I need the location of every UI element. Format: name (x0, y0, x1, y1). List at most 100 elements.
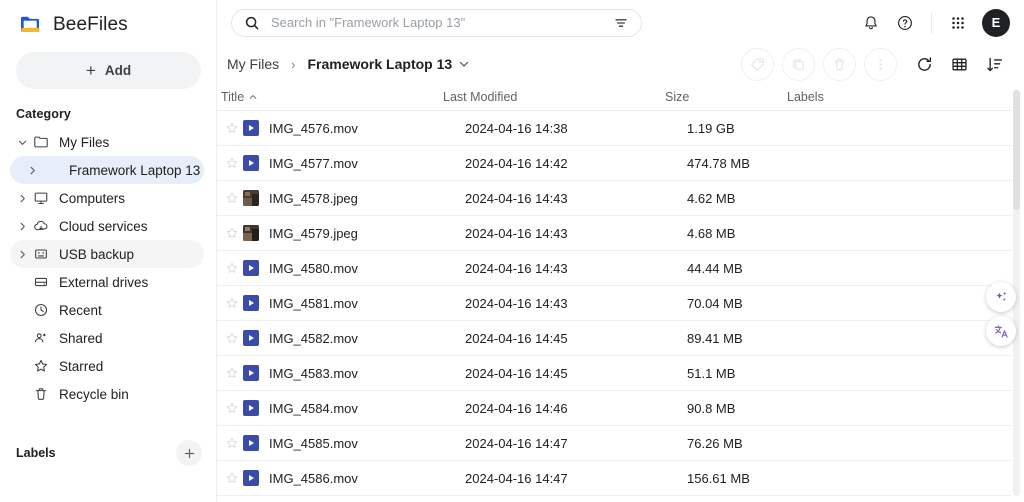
table-row[interactable]: IMG_4584.mov 2024-04-16 14:46 90.8 MB (217, 391, 1012, 426)
star-icon[interactable] (221, 156, 243, 170)
column-header-labels[interactable]: Labels (787, 90, 1012, 104)
star-icon[interactable] (221, 471, 243, 485)
column-header-size[interactable]: Size (665, 90, 787, 104)
sidebar-item-shared[interactable]: Shared (10, 324, 204, 352)
table-row[interactable]: IMG_4577.mov 2024-04-16 14:42 474.78 MB (217, 146, 1012, 181)
sidebar-item-label: Cloud services (59, 218, 148, 234)
cell-size: 474.78 MB (687, 155, 750, 171)
table-row[interactable]: IMG_4580.mov 2024-04-16 14:43 44.44 MB (217, 251, 1012, 286)
people-icon (30, 330, 52, 346)
star-icon[interactable] (221, 226, 243, 240)
file-name: IMG_4584.mov (269, 400, 358, 416)
sidebar-item-starred[interactable]: Starred (10, 352, 204, 380)
breadcrumb-current[interactable]: Framework Laptop 13 (301, 53, 474, 75)
cell-title: IMG_4584.mov (243, 400, 465, 416)
file-name: IMG_4585.mov (269, 435, 358, 451)
table-row[interactable]: IMG_4576.mov 2024-04-16 14:38 1.19 GB (217, 111, 1012, 146)
file-name: IMG_4586.mov (269, 470, 358, 486)
table-row[interactable]: IMG_4586.mov 2024-04-16 14:47 156.61 MB (217, 461, 1012, 496)
chevron-right-icon[interactable] (14, 221, 30, 232)
labels-heading: Labels (16, 446, 56, 460)
file-name: IMG_4578.jpeg (269, 190, 358, 206)
sidebar-item-framework-laptop-13[interactable]: Framework Laptop 13 (10, 156, 204, 184)
cell-title: IMG_4582.mov (243, 330, 465, 346)
star-icon (30, 358, 52, 374)
chevron-down-icon[interactable] (458, 58, 470, 70)
star-icon[interactable] (221, 121, 243, 135)
cell-size: 51.1 MB (687, 365, 736, 381)
table-row[interactable]: IMG_4578.jpeg 2024-04-16 14:43 4.62 MB (217, 181, 1012, 216)
image-thumbnail-icon (243, 190, 259, 206)
sidebar-item-computers[interactable]: Computers (10, 184, 204, 212)
add-label-button[interactable] (176, 440, 202, 466)
sparkle-ai-icon[interactable] (986, 282, 1016, 312)
star-icon[interactable] (221, 191, 243, 205)
table-row[interactable]: IMG_4583.mov 2024-04-16 14:45 51.1 MB (217, 356, 1012, 391)
chevron-right-icon[interactable] (24, 165, 40, 176)
video-file-icon (243, 330, 259, 346)
apps-grid-icon[interactable] (942, 7, 974, 39)
chevron-right-icon[interactable] (14, 249, 30, 260)
chevron-down-icon[interactable] (14, 137, 30, 148)
table-row[interactable]: IMG_4579.jpeg 2024-04-16 14:43 4.68 MB (217, 216, 1012, 251)
search-icon (244, 15, 262, 31)
hard-drive-icon (30, 274, 52, 290)
tag-button (741, 47, 774, 81)
sidebar-item-usb-backup[interactable]: USB backup (10, 240, 204, 268)
sidebar-item-cloud-services[interactable]: Cloud services (10, 212, 204, 240)
divider (931, 11, 932, 34)
star-icon[interactable] (221, 366, 243, 380)
clock-icon (30, 302, 52, 318)
cell-last-modified: 2024-04-16 14:43 (465, 190, 568, 206)
refresh-button[interactable] (908, 48, 940, 80)
search-input[interactable] (262, 15, 613, 30)
breadcrumb-separator: › (291, 56, 296, 72)
star-icon[interactable] (221, 331, 243, 345)
video-file-icon (243, 295, 259, 311)
filter-tune-icon[interactable] (613, 15, 631, 31)
translate-icon[interactable] (986, 316, 1016, 346)
sidebar-item-recent[interactable]: Recent (10, 296, 204, 324)
star-icon[interactable] (221, 296, 243, 310)
chevron-right-icon[interactable] (14, 193, 30, 204)
sidebar-item-recycle-bin[interactable]: Recycle bin (10, 380, 204, 408)
cell-last-modified: 2024-04-16 14:45 (465, 365, 568, 381)
brand: BeeFiles (0, 0, 216, 38)
breadcrumb-my-files[interactable]: My Files (221, 53, 285, 75)
sidebar-item-label: Starred (59, 358, 104, 374)
table-row[interactable]: IMG_4582.mov 2024-04-16 14:45 89.41 MB (217, 321, 1012, 356)
star-icon[interactable] (221, 401, 243, 415)
cell-last-modified: 2024-04-16 14:42 (465, 155, 568, 171)
table-row[interactable]: IMG_4581.mov 2024-04-16 14:43 70.04 MB (217, 286, 1012, 321)
sort-button[interactable] (978, 48, 1010, 80)
column-header-last-modified[interactable]: Last Modified (443, 90, 665, 104)
cell-size: 76.26 MB (687, 435, 743, 451)
table-body: IMG_4576.mov 2024-04-16 14:38 1.19 GB IMG_4… (217, 111, 1024, 496)
table-row[interactable]: IMG_4585.mov 2024-04-16 14:47 76.26 MB (217, 426, 1012, 461)
top-bar-actions: E (855, 7, 1010, 39)
video-file-icon (243, 400, 259, 416)
avatar[interactable]: E (982, 8, 1010, 37)
copy-button (782, 47, 815, 81)
sidebar-item-external-drives[interactable]: External drives (10, 268, 204, 296)
breadcrumb: My Files › Framework Laptop 13 (221, 53, 474, 75)
cell-last-modified: 2024-04-16 14:47 (465, 435, 568, 451)
add-button-label: Add (104, 63, 132, 78)
star-icon[interactable] (221, 261, 243, 275)
more-button (864, 47, 897, 81)
help-circle-icon[interactable] (889, 7, 921, 39)
star-icon[interactable] (221, 436, 243, 450)
grid-view-button[interactable] (943, 48, 975, 80)
scrollbar-thumb[interactable] (1013, 90, 1020, 210)
sidebar-item-label: Framework Laptop 13 (69, 162, 201, 178)
search-bar[interactable] (231, 8, 642, 37)
bell-icon[interactable] (855, 7, 887, 39)
add-button[interactable]: + Add (16, 52, 201, 89)
column-header-title[interactable]: Title (221, 90, 443, 104)
app-title: BeeFiles (53, 13, 128, 35)
plus-icon: + (85, 61, 96, 80)
sidebar-item-my-files[interactable]: My Files (10, 128, 204, 156)
cloud-icon (30, 218, 52, 234)
main-content: E My Files › Framework Laptop 13 (217, 0, 1024, 502)
file-name: IMG_4576.mov (269, 120, 358, 136)
